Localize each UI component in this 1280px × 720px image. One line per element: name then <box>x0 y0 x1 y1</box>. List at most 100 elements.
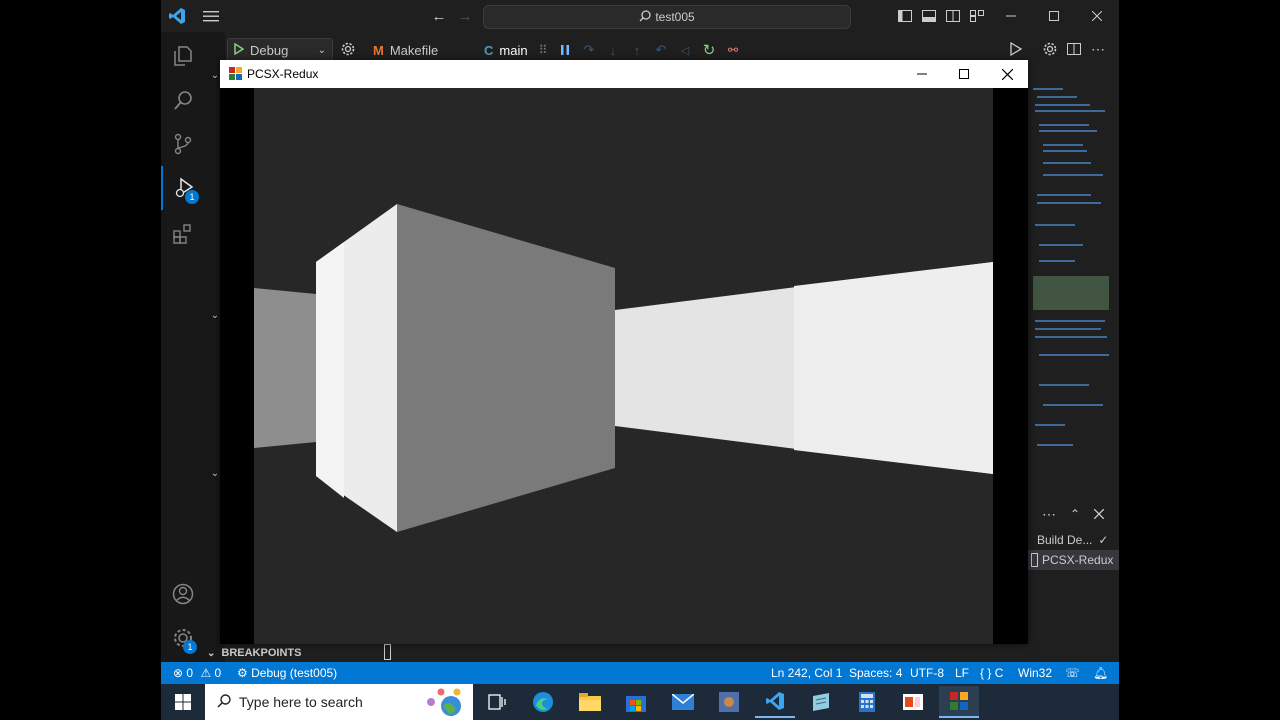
check-icon: ✓ <box>1098 533 1109 547</box>
vscode-taskbar-icon[interactable] <box>755 686 795 718</box>
microsoft-store-icon[interactable] <box>616 686 656 718</box>
debug-side-panel: ⋯ ⌃ Build De... ✓ PCSX-Redux <box>1027 500 1119 660</box>
search-highlight-icon <box>419 686 467 719</box>
more-actions-icon[interactable]: ⋯ <box>1089 40 1107 58</box>
debug-icon: ⚙ <box>237 666 248 680</box>
back-arrow-icon[interactable]: ← <box>429 6 449 26</box>
taskbar-search-placeholder: Type here to search <box>239 694 363 710</box>
activity-bar: 1 1 <box>161 32 206 662</box>
pcsx-window-title: PCSX-Redux <box>247 67 319 81</box>
platform[interactable]: Win32 <box>1018 666 1052 680</box>
step-over-icon[interactable]: ↷ <box>581 42 597 58</box>
minimize-icon[interactable] <box>1003 8 1019 24</box>
chevron-down-icon: ⌄ <box>317 44 326 56</box>
customize-layout-icon[interactable] <box>969 8 985 24</box>
notepad-icon[interactable] <box>801 686 841 718</box>
debug-config-label: Debug <box>250 42 289 58</box>
accounts-icon[interactable] <box>161 572 205 616</box>
explorer-icon[interactable] <box>161 34 205 78</box>
disconnect-icon[interactable]: ⚯ <box>725 42 741 58</box>
list-item-label: PCSX-Redux <box>1042 553 1114 567</box>
toggle-secondary-sidebar-icon[interactable] <box>945 8 961 24</box>
minimap[interactable] <box>1031 84 1111 484</box>
braces-icon: { } <box>980 666 992 680</box>
chevron-up-icon[interactable]: ⌃ <box>1067 506 1083 522</box>
toggle-sidebar-icon[interactable] <box>897 8 913 24</box>
run-debug-action-icon[interactable] <box>1007 40 1027 58</box>
text-cursor <box>384 644 391 660</box>
indentation[interactable]: Spaces: 4 <box>849 666 902 680</box>
game-viewport[interactable] <box>254 88 993 644</box>
maximize-icon[interactable] <box>1046 8 1062 24</box>
forward-arrow-icon[interactable]: → <box>455 6 475 26</box>
restart-icon[interactable]: ↻ <box>701 42 717 59</box>
debug-status-label: Debug (test005) <box>251 666 338 680</box>
close-icon[interactable] <box>1091 506 1107 522</box>
breakpoints-section-header[interactable]: ⌄ BREAKPOINTS <box>207 645 407 661</box>
gear-icon[interactable] <box>1041 40 1059 58</box>
pcsx-title-bar[interactable]: PCSX-Redux <box>220 60 1028 88</box>
edge-browser-icon[interactable] <box>523 686 563 718</box>
minimize-icon[interactable] <box>914 66 930 82</box>
toggle-panel-icon[interactable] <box>921 8 937 24</box>
debug-status[interactable]: ⚙ Debug (test005) <box>237 666 337 680</box>
office-app-icon[interactable] <box>893 686 933 718</box>
task-view-icon[interactable] <box>477 686 517 718</box>
step-back-icon[interactable]: ↶ <box>653 42 669 58</box>
file-explorer-icon[interactable] <box>570 686 610 718</box>
search-icon <box>217 693 231 711</box>
photos-app-icon[interactable] <box>709 686 749 718</box>
tab-main[interactable]: C main <box>484 40 528 60</box>
title-bar: ← → test005 <box>161 0 1119 32</box>
problems-status[interactable]: ⊗ 0 ⚠ 0 <box>173 666 221 680</box>
terminal-icon <box>1031 553 1038 567</box>
debug-settings-gear-icon[interactable] <box>339 40 357 58</box>
chevron-down-icon: ⌄ <box>207 647 216 659</box>
list-item[interactable]: Build De... ✓ <box>1031 530 1119 550</box>
close-icon[interactable] <box>1089 8 1105 24</box>
language-mode[interactable]: { } C <box>980 666 1003 680</box>
drag-handle-icon[interactable]: ⠿ <box>537 42 549 58</box>
windows-start-icon[interactable] <box>163 686 203 718</box>
pcsx-redux-taskbar-icon[interactable] <box>939 686 979 718</box>
search-icon[interactable] <box>161 78 205 122</box>
close-icon[interactable] <box>999 66 1015 82</box>
feedback-icon[interactable]: ☏ <box>1065 666 1080 680</box>
menu-icon[interactable] <box>201 6 221 26</box>
notifications-bell-icon[interactable]: 🔔︎ <box>1093 666 1108 680</box>
mail-icon[interactable] <box>663 686 703 718</box>
tab-makefile[interactable]: M Makefile <box>373 40 438 60</box>
list-item[interactable]: PCSX-Redux <box>1027 550 1119 570</box>
manage-gear-icon[interactable]: 1 <box>161 616 205 660</box>
list-item-label: Build De... <box>1037 533 1093 547</box>
cursor-position[interactable]: Ln 242, Col 1 <box>771 666 842 680</box>
step-into-icon[interactable]: ↓ <box>605 42 621 58</box>
start-debug-icon <box>234 42 245 58</box>
status-bar: ⊗ 0 ⚠ 0 ⚙ Debug (test005) Ln 242, Col 1 … <box>161 662 1119 684</box>
step-out-icon[interactable]: ↑ <box>629 42 645 58</box>
more-actions-icon[interactable]: ⋯ <box>1041 506 1057 522</box>
run-debug-icon[interactable]: 1 <box>161 166 205 210</box>
debug-config-select[interactable]: Debug ⌄ <box>227 38 333 62</box>
makefile-tab-icon: M <box>373 42 384 58</box>
source-control-icon[interactable] <box>161 122 205 166</box>
vscode-logo-icon <box>167 6 187 26</box>
split-editor-icon[interactable] <box>1065 40 1083 58</box>
extensions-icon[interactable] <box>161 212 205 256</box>
warning-count: 0 <box>214 666 222 680</box>
pcsx-app-icon <box>229 67 242 80</box>
error-icon: ⊗ <box>173 666 184 680</box>
calculator-icon[interactable] <box>847 686 887 718</box>
command-center-search[interactable]: test005 <box>483 5 851 29</box>
taskbar-search-input[interactable]: Type here to search <box>205 684 473 720</box>
c-file-tab-icon: C <box>484 42 494 58</box>
debug-toolbar: Debug ⌄ M Makefile C main ⠿ ↷ ↓ ↑ ↶ ◁ ↻ … <box>227 38 757 62</box>
tab-makefile-label: Makefile <box>389 42 439 58</box>
eol[interactable]: LF <box>955 666 969 680</box>
reverse-continue-icon[interactable]: ◁ <box>677 42 693 58</box>
maximize-icon[interactable] <box>956 66 972 82</box>
pause-icon[interactable] <box>557 42 573 58</box>
encoding[interactable]: UTF-8 <box>910 666 944 680</box>
left-wall <box>254 288 316 448</box>
search-icon <box>639 9 651 25</box>
